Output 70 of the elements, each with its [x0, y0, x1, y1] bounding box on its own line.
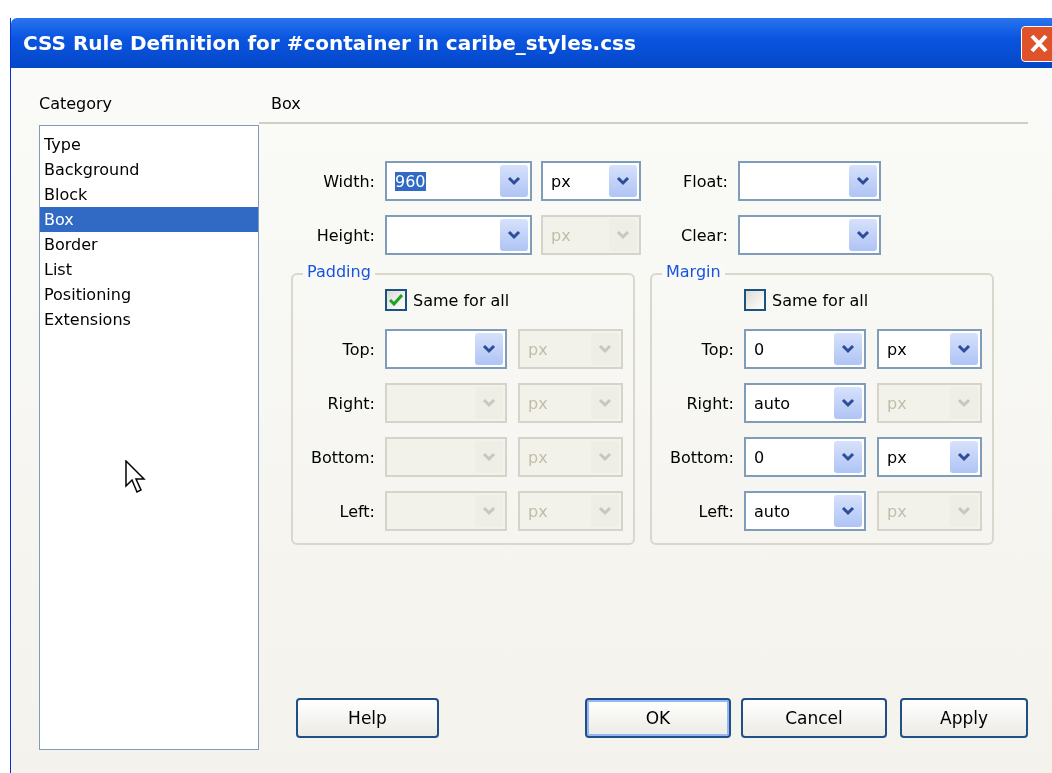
category-label: Category — [39, 94, 114, 115]
field-label: Bottom: — [668, 447, 735, 467]
close-icon[interactable] — [1021, 26, 1052, 62]
dropdown[interactable] — [385, 215, 532, 255]
chevron-down-icon — [957, 452, 971, 462]
dialog-button[interactable]: Help — [296, 698, 439, 738]
checkbox-label: Same for all — [413, 290, 510, 310]
field-label: Left: — [697, 501, 735, 521]
dropdown[interactable]: px — [541, 161, 641, 201]
group-legend: Padding — [303, 262, 375, 281]
checkbox-label: Same for all — [772, 290, 869, 310]
field-label: Top: — [341, 339, 376, 359]
category-item[interactable]: Border — [40, 232, 258, 257]
chevron-down-icon — [598, 452, 612, 462]
chevron-down-icon — [957, 344, 971, 354]
dropdown[interactable]: auto — [744, 383, 866, 423]
dialog-button[interactable]: Cancel — [741, 698, 887, 738]
dropdown[interactable]: px — [877, 437, 982, 477]
dropdown[interactable]: 0 — [744, 437, 866, 477]
chevron-down-icon — [598, 344, 612, 354]
field-label: Height: — [315, 225, 376, 245]
field-label: Right: — [326, 393, 376, 413]
chevron-down-icon — [598, 506, 612, 516]
chevron-down-icon — [856, 176, 870, 186]
dropdown[interactable]: auto — [744, 491, 866, 531]
category-item[interactable]: List — [40, 257, 258, 282]
chevron-down-icon — [957, 506, 971, 516]
chevron-down-icon — [841, 344, 855, 354]
window-title: CSS Rule Definition for #container in caribe_styles.css — [23, 31, 636, 55]
field-label: Width: — [322, 171, 376, 191]
chevron-down-icon — [482, 452, 496, 462]
category-item[interactable]: Block — [40, 182, 258, 207]
chevron-down-icon — [598, 398, 612, 408]
checkbox[interactable] — [385, 289, 407, 311]
category-item[interactable]: Positioning — [40, 282, 258, 307]
group-legend: Margin — [662, 262, 725, 281]
dropdown[interactable]: px — [877, 329, 982, 369]
dialog-button[interactable]: OK — [585, 698, 731, 738]
field-label: Clear: — [680, 225, 729, 245]
field-label: Top: — [700, 339, 735, 359]
checkmark-icon — [389, 294, 403, 306]
chevron-down-icon — [482, 344, 496, 354]
field-label: Left: — [338, 501, 376, 521]
dropdown[interactable] — [738, 161, 881, 201]
category-item[interactable]: Extensions — [40, 307, 258, 332]
category-item[interactable]: Type — [40, 132, 258, 157]
chevron-down-icon — [507, 230, 521, 240]
mouse-pointer-icon — [125, 460, 147, 494]
dropdown[interactable] — [738, 215, 881, 255]
field-label: Bottom: — [309, 447, 376, 467]
dropdown[interactable] — [385, 329, 507, 369]
chevron-down-icon — [616, 176, 630, 186]
chevron-down-icon — [841, 506, 855, 516]
category-item[interactable]: Box — [40, 207, 258, 232]
field-label: Right: — [685, 393, 735, 413]
field-label: Float: — [682, 171, 729, 191]
dropdown[interactable]: 0 — [744, 329, 866, 369]
chevron-down-icon — [841, 452, 855, 462]
chevron-down-icon — [957, 398, 971, 408]
checkbox[interactable] — [744, 289, 766, 311]
chevron-down-icon — [841, 398, 855, 408]
category-item[interactable]: Background — [40, 157, 258, 182]
chevron-down-icon — [856, 230, 870, 240]
chevron-down-icon — [616, 230, 630, 240]
dropdown[interactable]: 960 — [385, 161, 532, 201]
chevron-down-icon — [482, 506, 496, 516]
panel-title: Box — [259, 94, 1028, 124]
dialog-button[interactable]: Apply — [900, 698, 1028, 738]
chevron-down-icon — [507, 176, 521, 186]
chevron-down-icon — [482, 398, 496, 408]
